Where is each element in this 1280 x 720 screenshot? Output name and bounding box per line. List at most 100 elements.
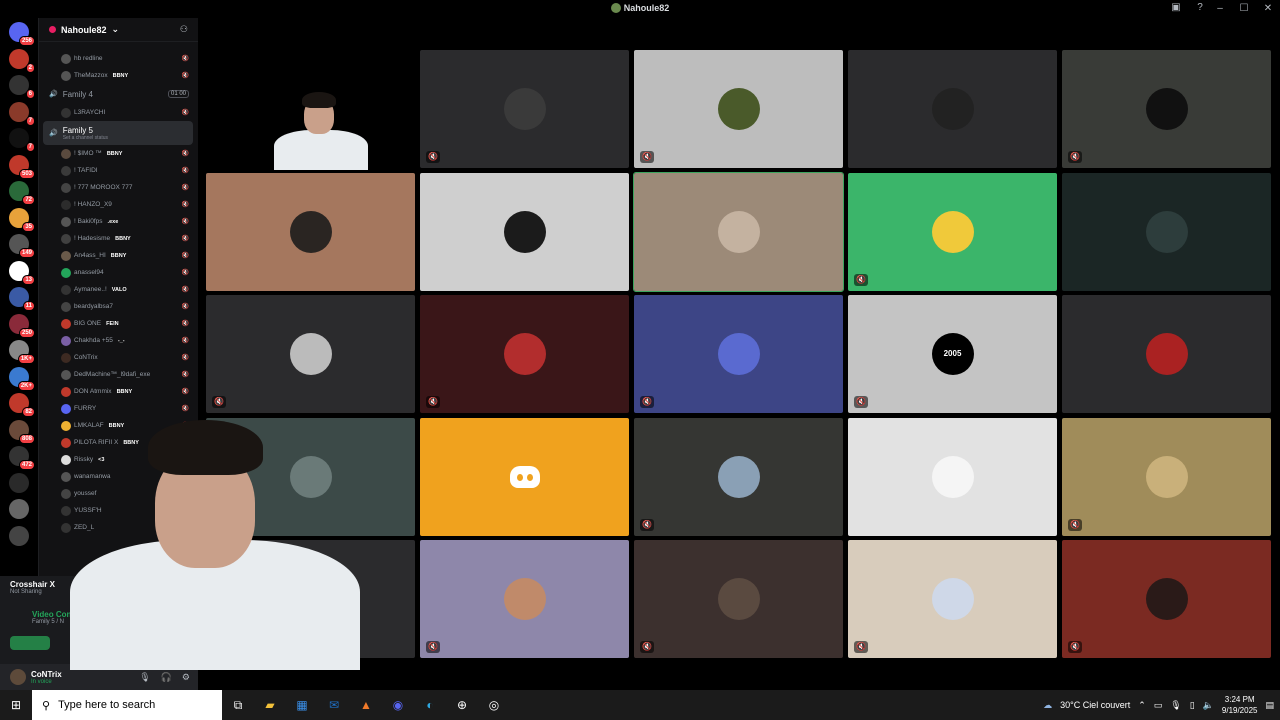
- server-icon[interactable]: 149: [9, 234, 35, 258]
- notifications-icon[interactable]: ▤: [1265, 700, 1274, 711]
- outlook-icon[interactable]: ✉: [318, 690, 350, 720]
- participant-tile[interactable]: 🔇: [848, 540, 1057, 658]
- server-header[interactable]: Nahoule82 ⌄ ⚇: [39, 18, 198, 42]
- server-icon[interactable]: [9, 525, 29, 546]
- participant-tile[interactable]: 🔇: [634, 295, 843, 413]
- voice-member[interactable]: anassel94 🔇: [39, 264, 197, 281]
- voice-member[interactable]: FURRY 🔇: [39, 400, 197, 417]
- voice-member[interactable]: ! Baki0fps .exe 🔇: [39, 213, 197, 230]
- server-icon[interactable]: 7: [9, 101, 35, 126]
- inbox-icon[interactable]: ▣: [1170, 2, 1182, 14]
- server-icon[interactable]: 1K+: [9, 340, 35, 364]
- server-icon[interactable]: 72: [9, 181, 35, 205]
- participant-tile[interactable]: 🔇: [634, 50, 843, 168]
- server-icon[interactable]: 503: [9, 154, 35, 179]
- avatar: [61, 301, 71, 312]
- voice-member[interactable]: DON Atmmix BBNY 🔇: [39, 383, 197, 400]
- server-icon[interactable]: 11: [9, 287, 35, 311]
- voice-member[interactable]: beardyalbsa7 🔇: [39, 298, 197, 315]
- discord-taskbar-icon[interactable]: ◉: [382, 690, 414, 720]
- voice-member[interactable]: ! HANZO_X9 🔇: [39, 196, 197, 213]
- participant-tile[interactable]: 🔇: [206, 295, 415, 413]
- participant-tile[interactable]: 🔇: [634, 540, 843, 658]
- help-icon[interactable]: ?: [1194, 2, 1206, 14]
- voice-member[interactable]: An4ass_HI BBNY 🔇: [39, 247, 197, 264]
- avatar: [931, 578, 974, 620]
- channel-family-5[interactable]: 🔊 Family 5 Set a channel status: [43, 121, 193, 145]
- store-icon[interactable]: ▦: [286, 690, 318, 720]
- chevron-up-icon[interactable]: ⌃: [1138, 700, 1146, 711]
- voice-member[interactable]: ! Hadesisme BBNY 🔇: [39, 230, 197, 247]
- server-icon[interactable]: 808: [9, 419, 35, 444]
- voice-member[interactable]: ! $IMO ™ BBNY 🔇: [39, 145, 197, 162]
- edge-icon[interactable]: ◐: [414, 690, 446, 720]
- muted-icon: 🔇: [854, 396, 868, 408]
- clock[interactable]: 3:24 PM 9/19/2025: [1222, 694, 1258, 716]
- participant-tile[interactable]: [420, 417, 629, 536]
- participant-tile[interactable]: 🔇: [420, 540, 629, 658]
- add-member-icon[interactable]: ⚇: [180, 24, 188, 35]
- voice-member[interactable]: DedMachine™_l9dafi_exe 🔇: [39, 366, 197, 383]
- server-icon[interactable]: 13: [9, 260, 35, 285]
- participant-tile[interactable]: 🔇: [420, 50, 629, 168]
- voice-member[interactable]: hb redline 🔇: [39, 50, 197, 67]
- participant-tile[interactable]: 🔇: [420, 295, 629, 413]
- participant-tile[interactable]: 2005 🔇: [848, 295, 1057, 413]
- server-icon[interactable]: 472: [9, 446, 35, 470]
- headphones-icon[interactable]: 🎧: [161, 672, 172, 683]
- network-icon[interactable]: ▯: [1190, 700, 1195, 711]
- participant-tile[interactable]: 🔇: [848, 172, 1057, 291]
- participant-tile[interactable]: 🔇: [1062, 50, 1271, 168]
- participant-tile[interactable]: [848, 417, 1057, 536]
- voice-member[interactable]: L3RAYCHI 🔇: [39, 104, 197, 121]
- microphone-icon[interactable]: 🎙: [139, 672, 150, 683]
- server-icon[interactable]: 250: [9, 313, 35, 338]
- camera-button[interactable]: [10, 636, 50, 650]
- windows-start-icon[interactable]: ⊞: [0, 690, 32, 720]
- server-icon[interactable]: 2K+: [9, 366, 35, 391]
- voice-member[interactable]: Aymanee..! VALO 🔇: [39, 281, 197, 298]
- task-view-icon[interactable]: ⧉: [222, 690, 254, 720]
- taskbar-search[interactable]: ⚲ Type here to search: [32, 690, 222, 720]
- participant-tile[interactable]: [420, 172, 629, 291]
- voice-member[interactable]: TheMazzox BBNY 🔇: [39, 67, 197, 84]
- app-orange-icon[interactable]: ▲: [350, 690, 382, 720]
- participant-tile[interactable]: 🔇: [634, 417, 843, 536]
- voice-member[interactable]: Chakhda +55 -_- 🔇: [39, 332, 197, 349]
- voice-member[interactable]: ! TAFIDI 🔇: [39, 162, 197, 179]
- maximize-button[interactable]: ☐: [1232, 0, 1256, 18]
- close-button[interactable]: ✕: [1256, 0, 1280, 18]
- muted-icon: 🔇: [426, 396, 440, 408]
- participant-tile[interactable]: [1062, 295, 1271, 413]
- activity-panel[interactable]: Crosshair X Not Sharing: [10, 580, 55, 595]
- server-icon[interactable]: [9, 499, 29, 519]
- gear-icon[interactable]: ⚙: [182, 672, 190, 683]
- volume-icon[interactable]: 🔈: [1203, 700, 1214, 711]
- participant-tile[interactable]: [848, 50, 1057, 168]
- mention-badge: 250: [18, 327, 35, 338]
- file-explorer-icon[interactable]: ▰: [254, 690, 286, 720]
- mic-tray-icon[interactable]: 🎙: [1170, 700, 1181, 711]
- obs-icon[interactable]: ◎: [478, 690, 510, 720]
- camera-tray-icon[interactable]: ▭: [1154, 700, 1163, 711]
- participant-tile[interactable]: [633, 171, 844, 292]
- server-icon[interactable]: 2: [9, 48, 35, 73]
- minimize-button[interactable]: –: [1208, 0, 1232, 18]
- participant-tile[interactable]: 🔇: [1062, 540, 1271, 658]
- voice-member[interactable]: ! 777 MOROOX 777 🔇: [39, 179, 197, 196]
- voice-member[interactable]: BIG ONE FEIN 🔇: [39, 315, 197, 332]
- server-icon[interactable]: 7: [9, 128, 35, 152]
- avatar[interactable]: [10, 669, 26, 685]
- channel-family-4[interactable]: 🔊 Family 4 01 00: [39, 84, 197, 104]
- voice-member[interactable]: CoNTrix 🔇: [39, 349, 197, 366]
- discord-home-icon[interactable]: 256: [9, 22, 35, 46]
- participant-tile[interactable]: 🔇: [1062, 417, 1271, 536]
- server-icon[interactable]: [9, 472, 29, 493]
- server-icon[interactable]: 6: [9, 75, 35, 99]
- server-icon[interactable]: 35: [9, 207, 35, 232]
- server-icon[interactable]: 82: [9, 393, 35, 417]
- weather-text[interactable]: 30°C Ciel couvert: [1060, 700, 1130, 710]
- participant-tile[interactable]: [206, 172, 415, 291]
- crosshair-icon[interactable]: ⊕: [446, 690, 478, 720]
- participant-tile[interactable]: [1062, 172, 1271, 291]
